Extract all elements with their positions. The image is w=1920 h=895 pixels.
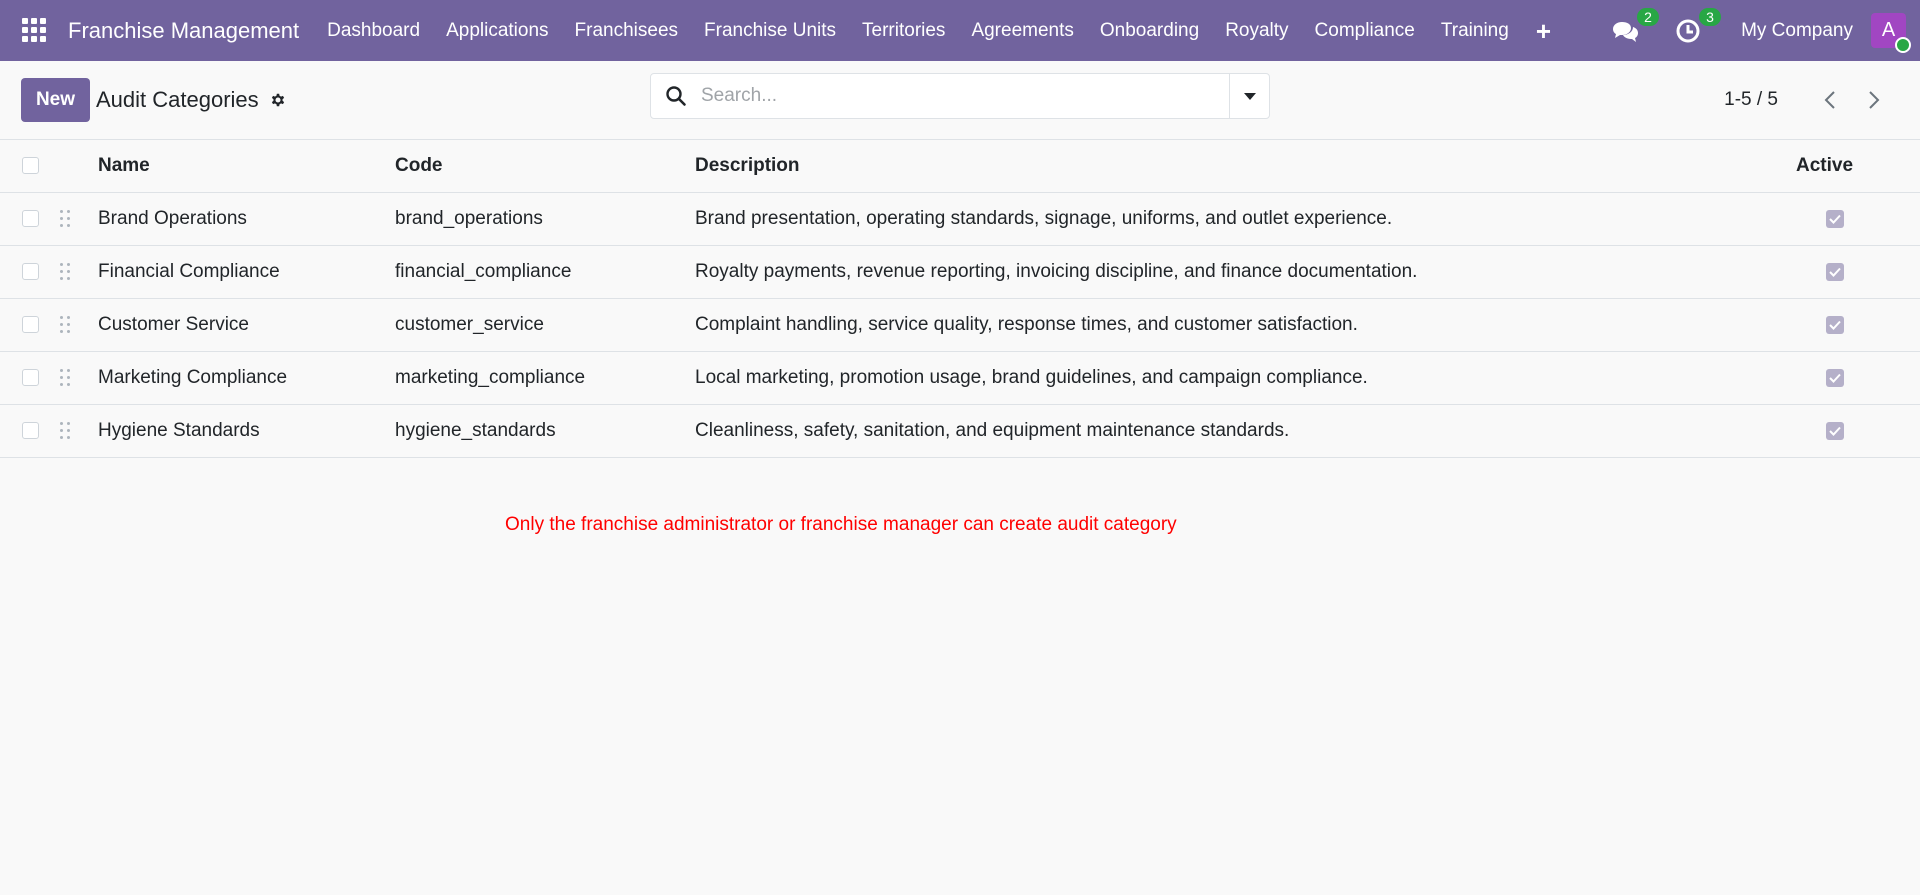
app-name[interactable]: Franchise Management bbox=[68, 18, 299, 44]
column-header-name[interactable]: Name bbox=[98, 140, 395, 192]
cell-code[interactable]: hygiene_standards bbox=[395, 404, 695, 457]
column-header-active[interactable]: Active bbox=[1796, 140, 1920, 192]
cell-description[interactable]: Brand presentation, operating standards,… bbox=[695, 192, 1796, 245]
main-menu: Dashboard Applications Franchisees Franc… bbox=[314, 18, 1565, 44]
messages-button[interactable]: 2 bbox=[1611, 7, 1660, 46]
cell-code[interactable]: marketing_compliance bbox=[395, 351, 695, 404]
cell-description[interactable]: Cleanliness, safety, sanitation, and equ… bbox=[695, 404, 1796, 457]
active-checkbox[interactable] bbox=[1826, 315, 1844, 334]
company-switcher[interactable]: My Company bbox=[1741, 20, 1853, 42]
menu-item-training[interactable]: Training bbox=[1428, 20, 1522, 42]
menu-item-dashboard[interactable]: Dashboard bbox=[314, 20, 433, 42]
page-title: Audit Categories bbox=[96, 87, 259, 112]
handle-header bbox=[60, 140, 98, 192]
top-navbar: Franchise Management Dashboard Applicati… bbox=[0, 0, 1920, 61]
table-row[interactable]: Brand Operations brand_operations Brand … bbox=[0, 192, 1920, 245]
cell-description[interactable]: Local marketing, promotion usage, brand … bbox=[695, 351, 1796, 404]
cell-name[interactable]: Customer Service bbox=[98, 298, 395, 351]
new-button[interactable]: New bbox=[21, 78, 90, 122]
cell-description[interactable]: Royalty payments, revenue reporting, inv… bbox=[695, 245, 1796, 298]
cell-name[interactable]: Marketing Compliance bbox=[98, 351, 395, 404]
checkmark-icon bbox=[1829, 373, 1841, 383]
messages-count-badge: 2 bbox=[1637, 7, 1660, 26]
row-select-checkbox[interactable] bbox=[22, 263, 39, 280]
menu-item-compliance[interactable]: Compliance bbox=[1302, 20, 1428, 42]
activities-button[interactable]: 3 bbox=[1673, 7, 1722, 46]
audit-categories-table: Name Code Description Active Brand Opera… bbox=[0, 140, 1920, 458]
cell-code[interactable]: customer_service bbox=[395, 298, 695, 351]
pager-previous-icon[interactable] bbox=[1820, 89, 1842, 111]
menu-item-franchise-units[interactable]: Franchise Units bbox=[691, 20, 849, 42]
systray: 2 3 My Company A bbox=[1597, 0, 1911, 61]
column-header-code[interactable]: Code bbox=[395, 140, 695, 192]
cell-code[interactable]: brand_operations bbox=[395, 192, 695, 245]
menu-item-applications[interactable]: Applications bbox=[433, 20, 561, 42]
drag-handle-icon[interactable] bbox=[60, 368, 72, 387]
cell-description[interactable]: Complaint handling, service quality, res… bbox=[695, 298, 1796, 351]
pager-value[interactable]: 1-5 / 5 bbox=[1724, 89, 1778, 111]
checkmark-icon bbox=[1829, 214, 1841, 224]
row-select-checkbox[interactable] bbox=[22, 422, 39, 439]
search-input[interactable] bbox=[701, 74, 1229, 118]
online-status-dot bbox=[1895, 37, 1911, 53]
active-checkbox[interactable] bbox=[1826, 262, 1844, 281]
cell-name[interactable]: Financial Compliance bbox=[98, 245, 395, 298]
gear-icon[interactable] bbox=[269, 91, 287, 109]
menu-item-agreements[interactable]: Agreements bbox=[958, 20, 1086, 42]
column-header-description[interactable]: Description bbox=[695, 140, 1796, 192]
search-bar bbox=[650, 73, 1270, 119]
table-row[interactable]: Customer Service customer_service Compla… bbox=[0, 298, 1920, 351]
permission-notice: Only the franchise administrator or fran… bbox=[505, 514, 1177, 535]
control-panel: New Audit Categories 1-5 / 5 bbox=[0, 61, 1920, 140]
caret-down-icon bbox=[1243, 92, 1256, 100]
row-select-checkbox[interactable] bbox=[22, 369, 39, 386]
menu-item-territories[interactable]: Territories bbox=[849, 20, 958, 42]
cell-name[interactable]: Hygiene Standards bbox=[98, 404, 395, 457]
apps-menu-icon[interactable] bbox=[22, 17, 48, 44]
avatar-initial: A bbox=[1881, 19, 1896, 41]
search-icon bbox=[666, 86, 686, 106]
checkmark-icon bbox=[1829, 267, 1841, 277]
activities-count-badge: 3 bbox=[1699, 7, 1722, 26]
checkmark-icon bbox=[1829, 426, 1841, 436]
row-select-checkbox[interactable] bbox=[22, 210, 39, 227]
select-all-cell bbox=[0, 140, 60, 192]
checkmark-icon bbox=[1829, 320, 1841, 330]
active-checkbox[interactable] bbox=[1826, 209, 1844, 228]
pager: 1-5 / 5 bbox=[1724, 61, 1884, 139]
drag-handle-icon[interactable] bbox=[60, 262, 72, 281]
drag-handle-icon[interactable] bbox=[60, 421, 72, 440]
active-checkbox[interactable] bbox=[1826, 368, 1844, 387]
table-header-row: Name Code Description Active bbox=[0, 140, 1920, 192]
user-avatar[interactable]: A bbox=[1871, 13, 1911, 53]
pager-next-icon[interactable] bbox=[1862, 89, 1884, 111]
table-row[interactable]: Hygiene Standards hygiene_standards Clea… bbox=[0, 404, 1920, 457]
more-menu-plus-icon[interactable]: + bbox=[1522, 18, 1565, 44]
cell-code[interactable]: financial_compliance bbox=[395, 245, 695, 298]
search-options-toggle[interactable] bbox=[1229, 74, 1269, 118]
select-all-checkbox[interactable] bbox=[22, 157, 39, 175]
menu-item-onboarding[interactable]: Onboarding bbox=[1087, 20, 1212, 42]
row-select-checkbox[interactable] bbox=[22, 316, 39, 333]
table-row[interactable]: Marketing Compliance marketing_complianc… bbox=[0, 351, 1920, 404]
cell-name[interactable]: Brand Operations bbox=[98, 192, 395, 245]
table-row[interactable]: Financial Compliance financial_complianc… bbox=[0, 245, 1920, 298]
drag-handle-icon[interactable] bbox=[60, 209, 72, 228]
menu-item-franchisees[interactable]: Franchisees bbox=[562, 20, 692, 42]
active-checkbox[interactable] bbox=[1826, 421, 1844, 440]
drag-handle-icon[interactable] bbox=[60, 315, 72, 334]
menu-item-royalty[interactable]: Royalty bbox=[1212, 20, 1301, 42]
